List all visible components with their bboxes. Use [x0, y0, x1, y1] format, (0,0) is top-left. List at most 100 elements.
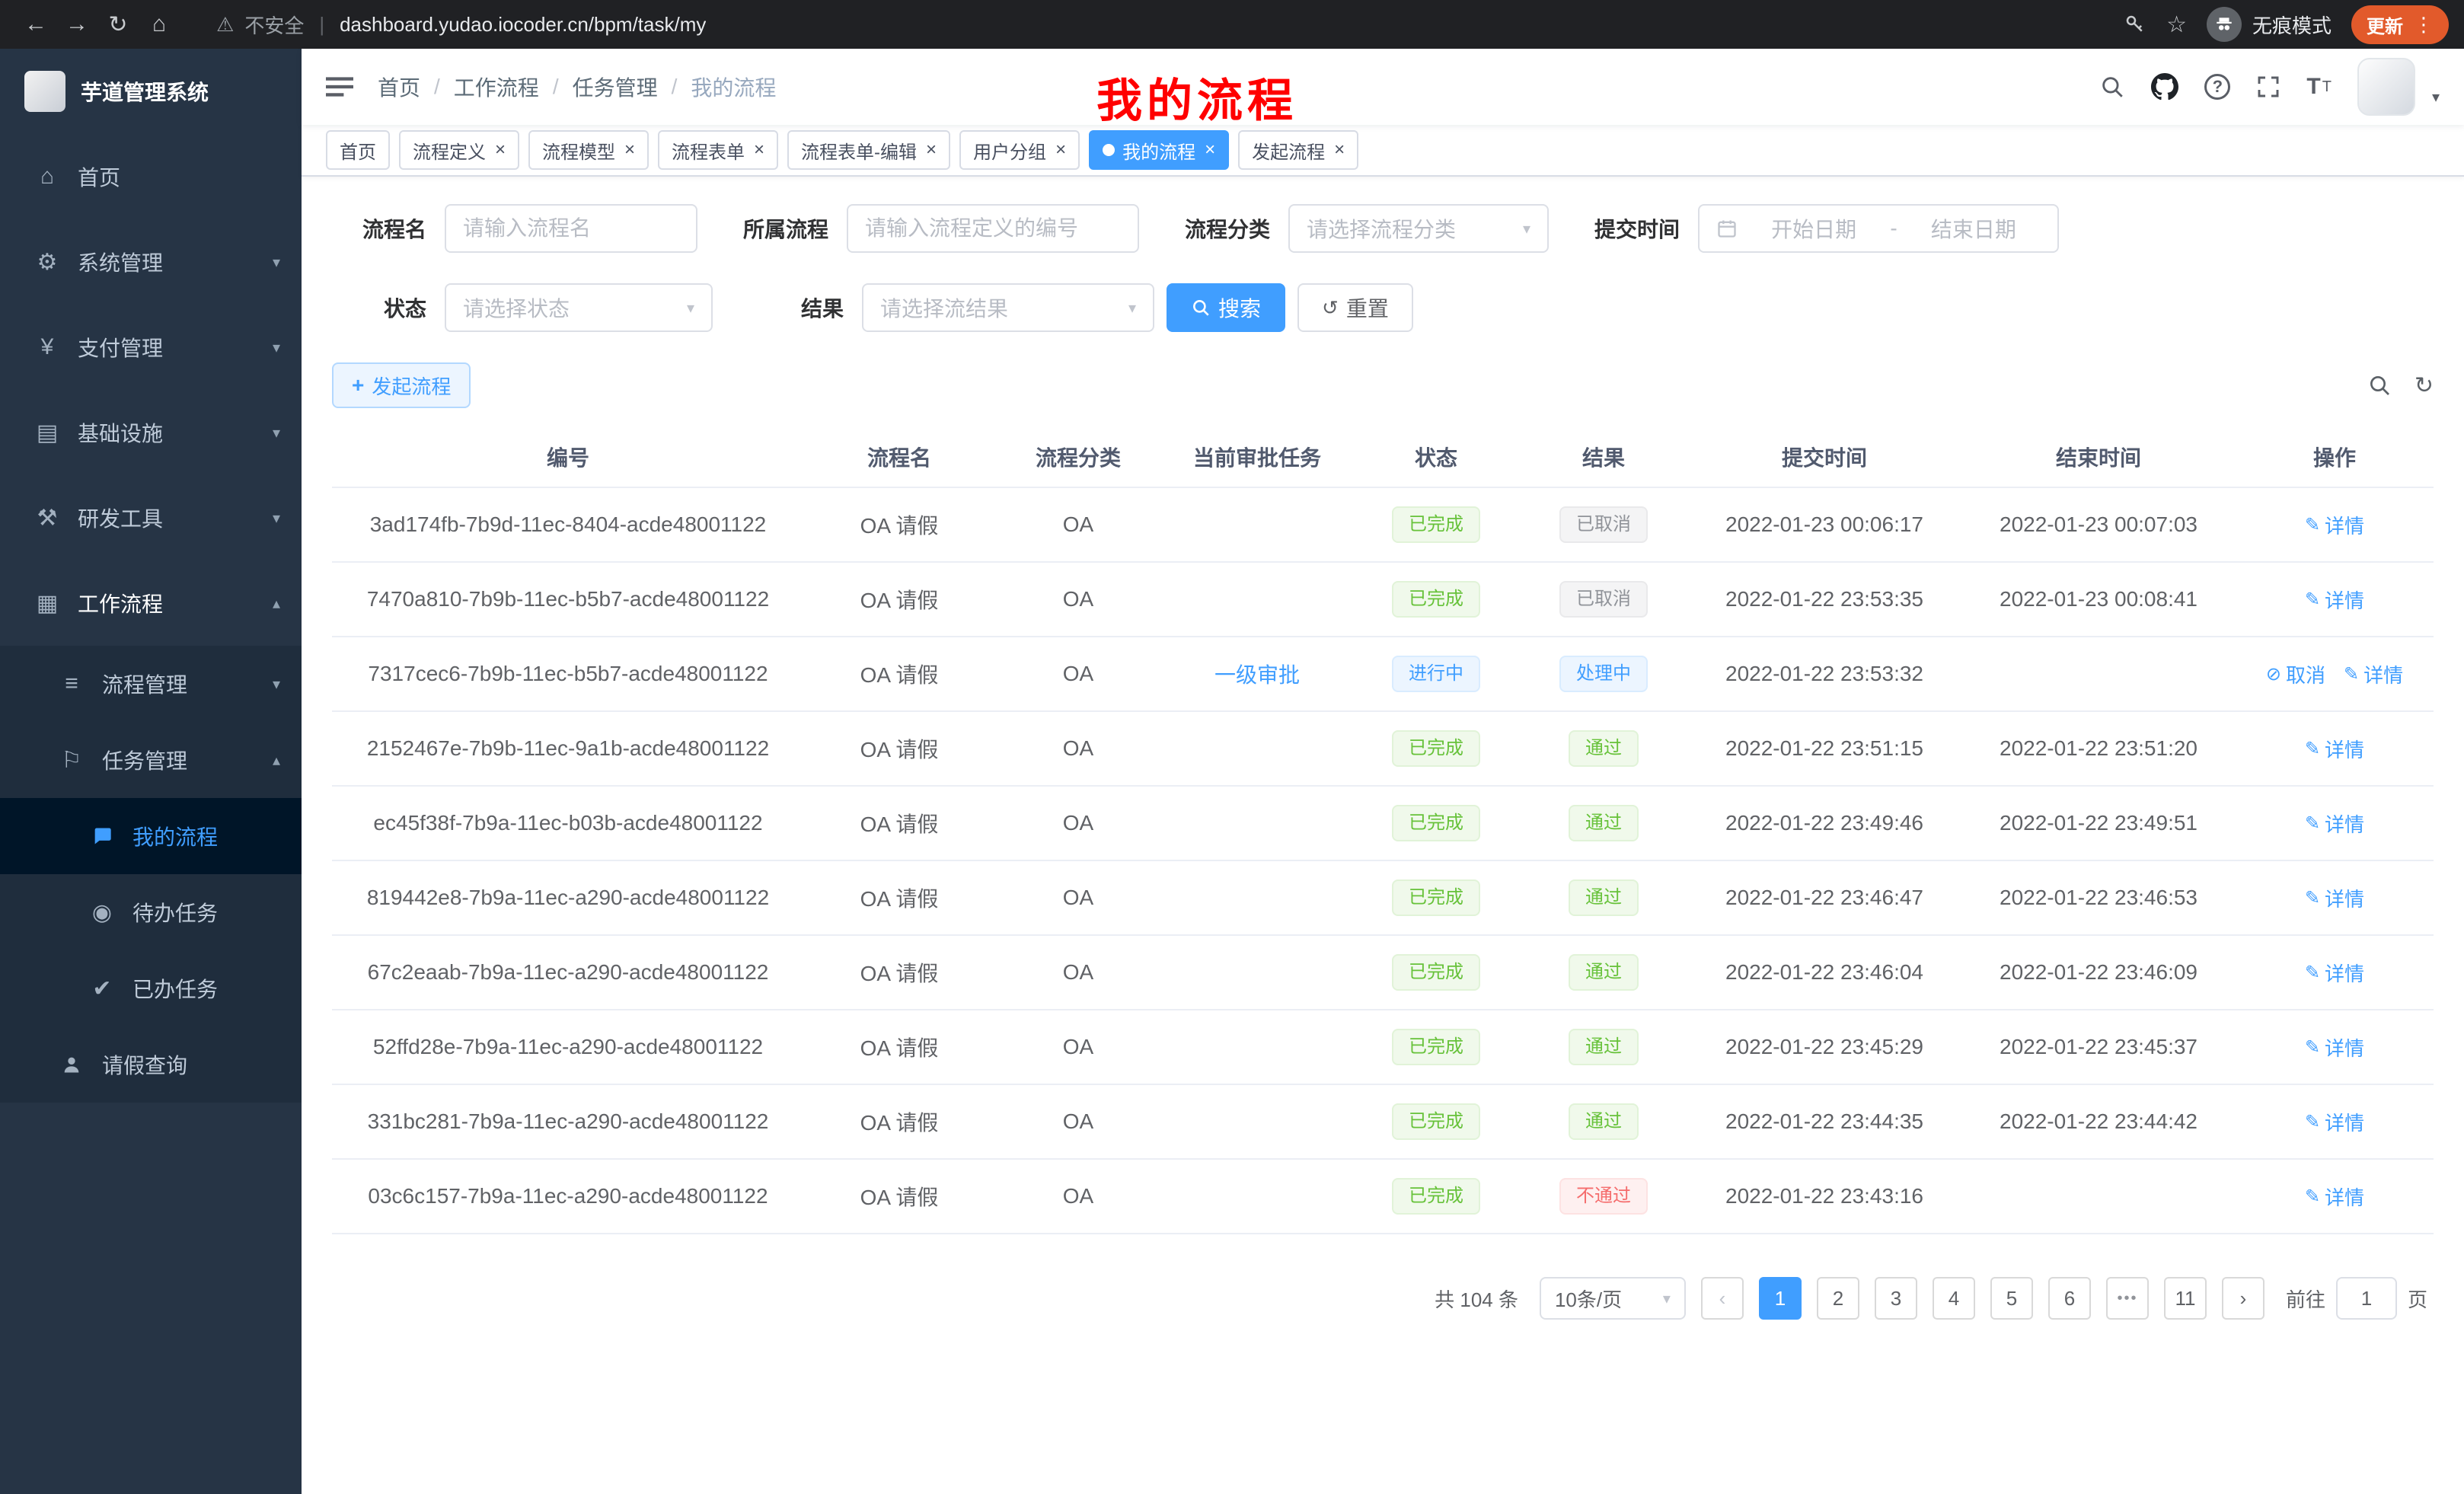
tab-close-icon[interactable]: ×: [1334, 139, 1345, 161]
detail-action-link[interactable]: ✎详情: [2305, 586, 2364, 614]
browser-forward-icon[interactable]: →: [56, 11, 97, 37]
detail-action-link[interactable]: ✎详情: [2305, 511, 2364, 539]
pagination-page-6[interactable]: 6: [2048, 1277, 2091, 1320]
browser-refresh-icon[interactable]: ↻: [97, 11, 139, 38]
pagination-page-3[interactable]: 3: [1875, 1277, 1917, 1320]
detail-action-link[interactable]: ✎详情: [2305, 809, 2364, 838]
process-def-input[interactable]: [865, 216, 1121, 241]
breadcrumb-home[interactable]: 首页: [378, 72, 420, 102]
status-select[interactable]: 请选择状态 ▾: [445, 283, 713, 332]
tab-close-icon[interactable]: ×: [624, 139, 635, 161]
sidebar-logo[interactable]: 芋道管理系统: [0, 49, 302, 134]
sidebar-item-infrastructure[interactable]: ▤ 基础设施 ▾: [0, 390, 302, 475]
detail-action-link[interactable]: ✎详情: [2305, 1108, 2364, 1136]
tab-我的流程[interactable]: 我的流程×: [1089, 130, 1229, 170]
pagination-more-button[interactable]: •••: [2106, 1277, 2149, 1320]
sidebar-item-done-tasks[interactable]: ✔ 已办任务: [0, 950, 302, 1026]
key-icon[interactable]: [2124, 13, 2146, 36]
sidebar-item-devtools[interactable]: ⚒ 研发工具 ▾: [0, 475, 302, 560]
pagination-prev-button[interactable]: ‹: [1701, 1277, 1744, 1320]
category-select[interactable]: 请选择流程分类 ▾: [1288, 204, 1549, 253]
result-badge: 通过: [1569, 730, 1639, 767]
flag-icon: ⚐: [55, 747, 88, 774]
pagination-page-4[interactable]: 4: [1933, 1277, 1975, 1320]
tab-流程定义[interactable]: 流程定义×: [399, 130, 519, 170]
tab-用户分组[interactable]: 用户分组×: [959, 130, 1080, 170]
sidebar-item-workflow[interactable]: ▦ 工作流程 ▴: [0, 560, 302, 646]
current-task-link[interactable]: 一级审批: [1214, 663, 1300, 687]
status-cell: 已完成: [1352, 487, 1520, 562]
fullscreen-icon[interactable]: [2256, 75, 2280, 99]
edit-icon: ✎: [2305, 962, 2320, 984]
tab-流程表单[interactable]: 流程表单×: [658, 130, 778, 170]
pagination-next-button[interactable]: ›: [2222, 1277, 2265, 1320]
tab-close-icon[interactable]: ×: [495, 139, 506, 161]
chevron-down-icon: ▾: [1523, 219, 1530, 238]
goto-page-input[interactable]: [2336, 1277, 2397, 1320]
detail-action-link[interactable]: ✎详情: [2305, 735, 2364, 763]
sidebar-item-leave-query[interactable]: 请假查询: [0, 1026, 302, 1103]
refresh-icon[interactable]: ↻: [2415, 372, 2434, 399]
tab-流程模型[interactable]: 流程模型×: [528, 130, 649, 170]
sidebar-item-todo-tasks[interactable]: ◉ 待办任务: [0, 874, 302, 950]
table-row: 03c6c157-7b9a-11ec-a290-acde48001122OA 请…: [332, 1159, 2434, 1234]
github-icon[interactable]: [2151, 73, 2178, 101]
breadcrumb-workflow[interactable]: 工作流程: [454, 72, 539, 102]
help-icon[interactable]: ?: [2204, 74, 2230, 100]
tab-发起流程[interactable]: 发起流程×: [1238, 130, 1358, 170]
submit-time-range[interactable]: 开始日期 - 结束日期: [1698, 204, 2059, 253]
create-process-button[interactable]: + 发起流程: [332, 362, 471, 408]
browser-back-icon[interactable]: ←: [15, 11, 56, 37]
pagination-page-2[interactable]: 2: [1817, 1277, 1859, 1320]
process-name-input[interactable]: [463, 216, 679, 241]
cancel-action-link[interactable]: ⊘取消: [2266, 660, 2325, 688]
address-bar[interactable]: ⚠ 不安全 | dashboard.yudao.iocoder.cn/bpm/t…: [216, 11, 2105, 39]
avatar[interactable]: [2357, 58, 2415, 116]
sidebar-item-home[interactable]: ⌂ 首页: [0, 134, 302, 219]
avatar-caret-icon[interactable]: ▾: [2432, 88, 2440, 107]
table-row: 2152467e-7b9b-11ec-9a1b-acde48001122OA 请…: [332, 711, 2434, 786]
hamburger-icon[interactable]: [326, 75, 353, 98]
detail-action-link[interactable]: ✎详情: [2305, 1183, 2364, 1211]
sidebar-item-task-mgmt[interactable]: ⚐ 任务管理 ▴: [0, 722, 302, 798]
tab-close-icon[interactable]: ×: [754, 139, 764, 161]
detail-action-link[interactable]: ✎详情: [2305, 959, 2364, 987]
detail-action-link[interactable]: ✎详情: [2305, 884, 2364, 912]
security-warning-label: 不安全: [244, 11, 304, 39]
search-button[interactable]: 搜索: [1167, 283, 1285, 332]
toggle-search-icon[interactable]: [2367, 373, 2392, 397]
bookmark-star-icon[interactable]: ☆: [2166, 11, 2187, 38]
edit-icon: ✎: [2305, 1036, 2320, 1058]
actions-cell: ✎详情: [2236, 562, 2434, 637]
page-size-select[interactable]: 10条/页 ▾: [1540, 1277, 1686, 1320]
search-icon[interactable]: [2099, 74, 2125, 100]
tab-首页[interactable]: 首页: [326, 130, 390, 170]
pagination-page-5[interactable]: 5: [1990, 1277, 2033, 1320]
reset-button[interactable]: ↺ 重置: [1297, 283, 1413, 332]
pagination-page-1[interactable]: 1: [1759, 1277, 1802, 1320]
detail-action-link[interactable]: ✎详情: [2344, 660, 2403, 688]
edit-icon: ✎: [2305, 589, 2320, 611]
table-row: 7470a810-7b9b-11ec-b5b7-acde48001122OA 请…: [332, 562, 2434, 637]
tab-close-icon[interactable]: ×: [1055, 139, 1066, 161]
font-size-icon[interactable]: TT: [2306, 74, 2332, 100]
tab-流程表单-编辑[interactable]: 流程表单-编辑×: [787, 130, 950, 170]
plus-icon: +: [352, 373, 364, 397]
sidebar-item-process-mgmt[interactable]: ≡ 流程管理 ▾: [0, 646, 302, 722]
actions-cell: ✎详情: [2236, 711, 2434, 786]
browser-update-button[interactable]: 更新 ⋮: [2351, 5, 2449, 44]
breadcrumb-task-mgmt[interactable]: 任务管理: [573, 72, 658, 102]
pagination-page-11[interactable]: 11: [2164, 1277, 2207, 1320]
sidebar-item-my-process[interactable]: 我的流程: [0, 798, 302, 874]
submit-time-cell: 2022-01-22 23:44:35: [1687, 1084, 1961, 1159]
browser-home-icon[interactable]: ⌂: [139, 11, 180, 37]
submit-time-cell: 2022-01-22 23:53:32: [1687, 637, 1961, 711]
sidebar-item-payment[interactable]: ¥ 支付管理 ▾: [0, 305, 302, 390]
tab-close-icon[interactable]: ×: [926, 139, 937, 161]
detail-action-link[interactable]: ✎详情: [2305, 1033, 2364, 1061]
main-area: 首页 / 工作流程 / 任务管理 / 我的流程 ? TT: [302, 49, 2464, 1494]
tab-close-icon[interactable]: ×: [1205, 139, 1215, 161]
browser-menu-icon[interactable]: ⋮: [2414, 13, 2434, 37]
result-select[interactable]: 请选择流结果 ▾: [862, 283, 1154, 332]
sidebar-item-system[interactable]: ⚙ 系统管理 ▾: [0, 219, 302, 305]
